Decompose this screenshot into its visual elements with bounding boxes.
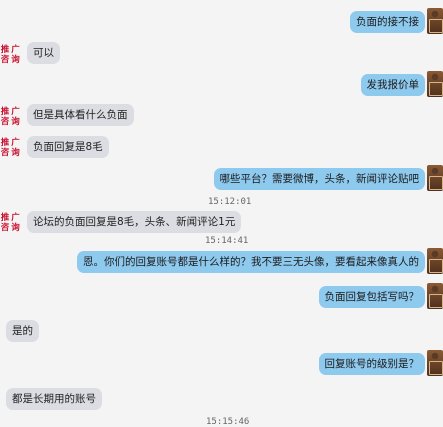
message-bubble-incoming[interactable]: 都是长期用的账号 xyxy=(6,388,102,410)
message-bubble-outgoing[interactable]: 恩。你们的回复账号都是什么样的？我不要三无头像，要看起来像真人的 xyxy=(77,251,425,273)
user-avatar xyxy=(427,71,443,97)
avatar-text: 咨 询 xyxy=(0,223,20,233)
message-bubble-incoming[interactable]: 可以 xyxy=(27,42,60,64)
message-bubble-outgoing[interactable]: 回复账号的级别是？ xyxy=(318,353,425,375)
contact-avatar xyxy=(0,0,20,14)
user-avatar xyxy=(427,165,443,191)
timestamp: 15:14:41 xyxy=(205,236,249,246)
user-avatar xyxy=(427,283,443,309)
avatar-text: 推 广 xyxy=(0,45,20,55)
avatar-text: 推 广 xyxy=(0,138,20,148)
avatar-text: 咨 询 xyxy=(0,55,20,65)
timestamp: 15:15:46 xyxy=(206,417,250,427)
message-bubble-outgoing[interactable]: 负面回复包括写吗？ xyxy=(318,286,425,308)
contact-avatar: 推 广 咨 询 xyxy=(0,44,20,66)
message-bubble-incoming[interactable]: 负面回复是8毛 xyxy=(27,136,109,158)
avatar-text: 推 广 xyxy=(0,213,20,223)
message-bubble-incoming[interactable]: 论坛的负面回复是8毛，头条、新闻评论1元 xyxy=(27,211,242,233)
chat-window: 负面的接不接 推 广 咨 询 可以 发我报价单 推 广 咨 询 但是具体看什么负… xyxy=(0,0,443,427)
contact-avatar: 推 广 咨 询 xyxy=(0,106,20,128)
message-bubble-outgoing[interactable]: 哪些平台？需要微博，头条，新闻评论贴吧 xyxy=(213,168,425,190)
user-avatar xyxy=(427,8,443,34)
contact-avatar: 推 广 咨 询 xyxy=(0,212,20,234)
message-bubble-incoming[interactable]: 是的 xyxy=(6,320,39,342)
message-bubble-outgoing[interactable]: 负面的接不接 xyxy=(350,11,425,33)
message-bubble-incoming[interactable]: 但是具体看什么负面 xyxy=(27,104,134,126)
user-avatar xyxy=(427,350,443,376)
avatar-text: 咨 询 xyxy=(0,117,20,127)
user-avatar xyxy=(427,248,443,274)
contact-avatar: 推 广 咨 询 xyxy=(0,137,20,159)
avatar-text: 推 广 xyxy=(0,107,20,117)
message-bubble-outgoing[interactable]: 发我报价单 xyxy=(360,74,425,96)
avatar-text: 咨 询 xyxy=(0,148,20,158)
timestamp: 15:12:01 xyxy=(208,197,252,207)
